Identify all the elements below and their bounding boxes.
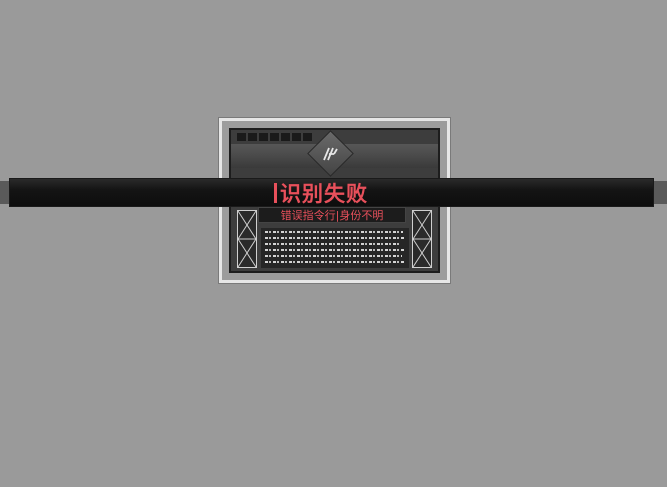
alert-subtitle-box: 错误指令行|身份不明 [258,207,406,223]
garbled-text-block [261,228,409,268]
indicator-square [292,133,301,141]
indicator-squares [237,133,312,141]
garbled-line [265,231,403,233]
alert-title: 识别失败 [274,179,368,206]
alert-title-text: 识别失败 [280,181,368,206]
screen: 识别失败 错误指令行|身份不明 [0,0,667,487]
indicator-square [281,133,290,141]
alert-subtitle: 错误指令行|身份不明 [280,209,384,222]
garbled-line [265,255,402,257]
indicator-square [270,133,279,141]
indicator-square [303,133,312,141]
indicator-square [259,133,268,141]
indicator-square [237,133,246,141]
cross-box-icon [412,210,432,268]
indicator-square [248,133,257,141]
banner-edge-right [653,181,667,204]
garbled-line [265,249,404,251]
garbled-line [265,237,405,239]
garbled-line [265,243,401,245]
garbled-line [265,261,405,263]
faction-emblem-icon [314,137,347,170]
cross-box-icon [237,210,257,268]
title-marker [274,182,277,203]
